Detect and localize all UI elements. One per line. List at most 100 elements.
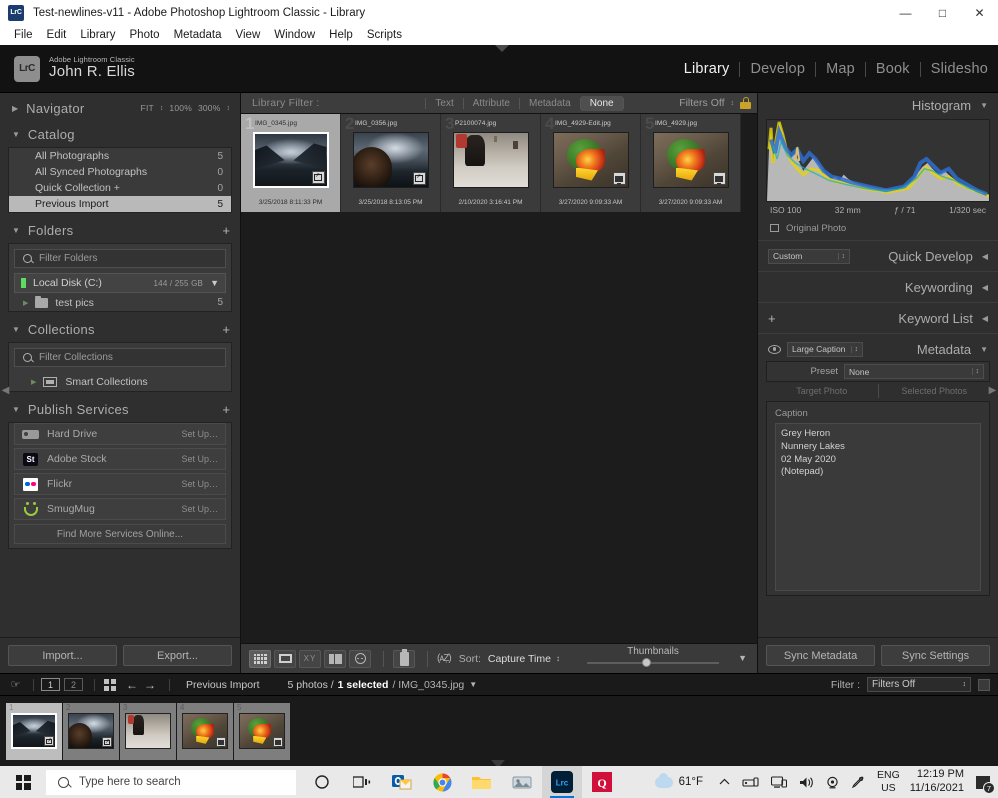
filters-state[interactable]: Filters Off [679,97,724,109]
chevron-down-icon[interactable]: ▼ [469,680,477,689]
thumbnail-size-control[interactable]: Thumbnails [587,646,719,668]
collections-header[interactable]: ▼ Collections + [4,318,236,340]
export-button[interactable]: Export... [123,645,232,666]
menu-help[interactable]: Help [322,27,360,43]
maximize-button[interactable]: □ [924,0,961,25]
minimize-button[interactable]: — [887,0,924,25]
left-panel-collapse-arrow[interactable]: ◀ [1,383,10,397]
menu-scripts[interactable]: Scripts [360,27,409,43]
loupe-view-icon[interactable] [274,649,296,668]
menu-metadata[interactable]: Metadata [167,27,229,43]
eye-icon[interactable] [768,344,781,354]
add-folder-icon[interactable]: + [222,224,230,237]
filmstrip-thumbnail[interactable] [11,713,57,749]
metadata-preset-select[interactable]: None ↕ [844,364,984,379]
filmstrip-thumbnails[interactable]: 1 2 3 4 [0,696,998,766]
publish-service-action[interactable]: Set Up… [181,504,218,514]
monitor-badge-icon[interactable] [612,172,626,185]
monitor-badge-icon[interactable] [712,172,726,185]
grid-view-icon[interactable] [249,649,271,668]
grid-cell[interactable]: 3 P2100074.jpg 2/10/2020 3:16:41 PM [441,114,541,212]
chrome-icon[interactable] [422,766,462,798]
filter-folders-input[interactable]: Filter Folders [14,249,226,268]
grid-cell-thumbnail[interactable] [452,132,529,188]
grid-cell[interactable]: 5 IMG_4929.jpg 3/27/2020 9:09:33 AM [641,114,741,212]
screen-1-button[interactable]: 1 [41,678,60,691]
add-publish-service-icon[interactable]: + [222,403,230,416]
filmstrip-cell[interactable]: 1 [6,702,62,760]
grid-cell-thumbnail[interactable] [352,132,429,188]
menu-library[interactable]: Library [73,27,122,43]
close-button[interactable]: ✕ [961,0,998,25]
metadata-view-select[interactable]: Large Caption ↕ [787,341,863,357]
compare-view-icon[interactable]: XY [299,649,321,668]
keyword-list-header[interactable]: + Keyword List ◀ [758,306,998,330]
caption-field[interactable]: Grey Heron Nunnery Lakes 02 May 2020 (No… [775,423,981,591]
filmstrip-thumbnail[interactable] [125,713,171,749]
volume-icon[interactable] [793,776,820,789]
filmstrip-thumbnail[interactable] [239,713,285,749]
navigator-zoom-300[interactable]: 300% [198,103,221,113]
filter-tab-text[interactable]: Text [426,98,462,109]
filmstrip-cell[interactable]: 3 [120,702,176,760]
quick-develop-header[interactable]: Custom ↕ Quick Develop ◀ [758,244,998,268]
collection-item-smart-collections[interactable]: ▶ Smart Collections [9,372,231,391]
navigator-header[interactable]: ▶ Navigator FIT ↕ 100% 300% ↕ [4,97,236,119]
filmstrip-source[interactable]: Previous Import [186,679,260,691]
filmstrip-thumbnail[interactable] [68,713,114,749]
arrow-right-icon[interactable]: → [144,678,156,692]
histogram-header[interactable]: Histogram ▼ [758,93,998,117]
publish-service-action[interactable]: Set Up… [181,479,218,489]
publish-services-header[interactable]: ▼ Publish Services + [4,398,236,420]
file-explorer-icon[interactable] [462,766,502,798]
arrow-left-icon[interactable]: ← [126,678,138,692]
task-view-icon[interactable] [342,766,382,798]
network-icon[interactable] [765,775,793,789]
grid-cell[interactable]: 2 IMG_0356.jpg 3/25/2018 8:13:05 PM [341,114,441,212]
weather-widget[interactable]: 61°F [645,772,713,788]
publish-service-action[interactable]: Set Up… [181,454,218,464]
crop-badge-icon[interactable] [412,172,426,185]
menu-file[interactable]: File [7,27,40,43]
chevron-right-icon[interactable]: ▶ [23,299,28,307]
module-slideshow[interactable]: Slidesho [921,61,998,77]
catalog-item-all-synced[interactable]: All Synced Photographs 0 [9,164,231,180]
crop-badge-icon[interactable] [311,171,325,184]
notification-center-button[interactable]: 7 [972,771,995,794]
publish-service-hard-drive[interactable]: Hard Drive Set Up… [14,423,226,445]
keywording-header[interactable]: Keywording ◀ [758,275,998,299]
module-develop[interactable]: Develop [740,61,815,77]
catalog-item-quick-collection[interactable]: Quick Collection + 0 [9,180,231,196]
filmstrip-thumbnail[interactable] [182,713,228,749]
metadata-header[interactable]: Large Caption ↕ Metadata ▼ [758,337,998,361]
top-panel-collapse-arrow[interactable] [495,45,509,52]
filmstrip-cell[interactable]: 4 [177,702,233,760]
webcam-icon[interactable] [820,776,845,789]
show-hidden-icons-button[interactable] [713,778,736,786]
target-photo-button[interactable]: Target Photo [766,384,878,398]
chevron-right-icon[interactable]: ▶ [31,378,36,386]
grid-cell-thumbnail[interactable] [552,132,629,188]
clock[interactable]: 12:19 PM 11/16/2021 [906,768,972,796]
navigator-fit[interactable]: FIT [141,103,154,113]
hand-icon[interactable]: ☞ [8,678,23,692]
publish-service-adobe-stock[interactable]: St Adobe Stock Set Up… [14,448,226,470]
import-button[interactable]: Import... [8,645,117,666]
sort-value[interactable]: Capture Time [488,653,551,665]
menu-photo[interactable]: Photo [123,27,167,43]
people-view-icon[interactable] [349,649,371,668]
sync-metadata-button[interactable]: Sync Metadata [766,645,875,666]
folders-header[interactable]: ▼ Folders + [4,219,236,241]
quicken-icon[interactable]: Q [582,766,622,798]
find-more-services-button[interactable]: Find More Services Online... [14,524,226,544]
sort-stepper-icon[interactable]: ↕ [556,654,560,663]
filmstrip-filter-select[interactable]: Filters Off ↕ [867,677,971,692]
survey-view-icon[interactable] [324,649,346,668]
screen-2-button[interactable]: 2 [64,678,83,691]
lock-icon[interactable] [740,97,751,109]
module-library[interactable]: Library [674,61,740,77]
cortana-icon[interactable] [302,766,342,798]
thumbnail-grid[interactable]: 1 IMG_0345.jpg 3/25/2018 8:11:33 PM 2 IM… [241,114,757,643]
filter-tab-metadata[interactable]: Metadata [520,98,580,109]
menu-edit[interactable]: Edit [40,27,74,43]
